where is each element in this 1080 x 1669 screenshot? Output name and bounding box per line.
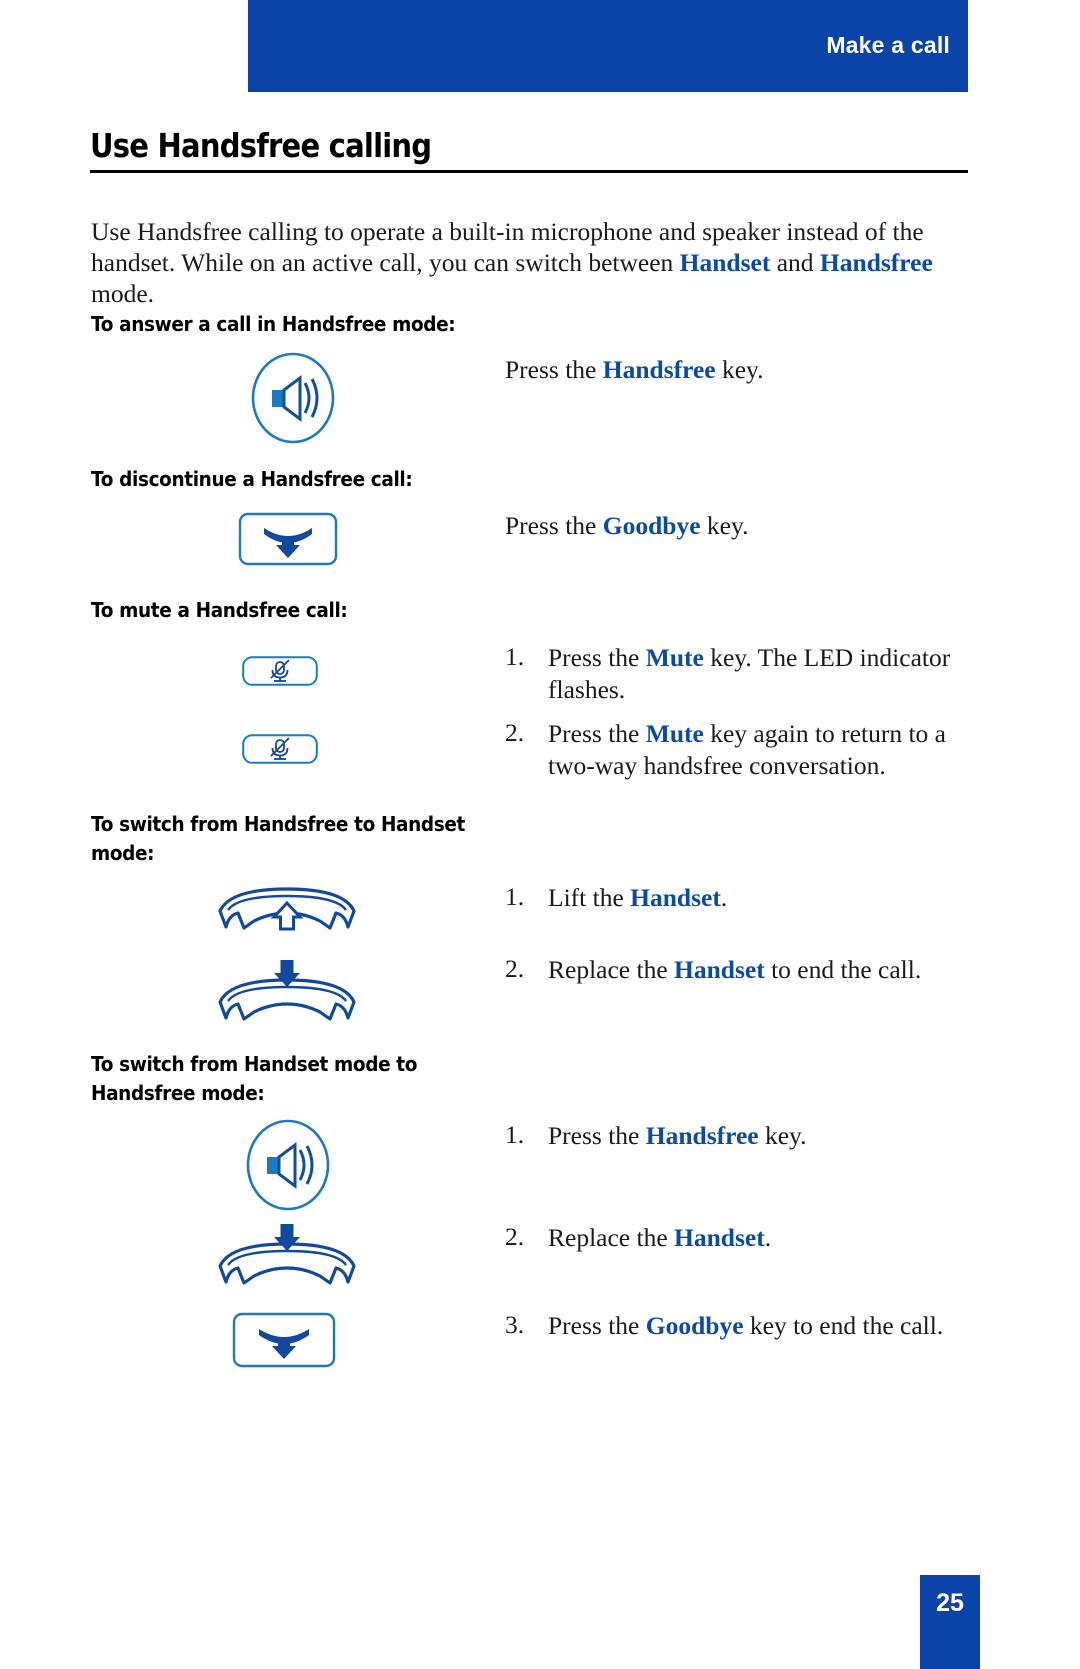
instr-text-pre: Press the [548, 1121, 646, 1150]
instr-keyword: Handset [674, 1223, 765, 1252]
step-number: 2. [505, 954, 525, 983]
section-heading-handsfree-to-handset: To switch from Handsfree to Handset mode… [91, 812, 466, 865]
intro-text-3: mode. [91, 278, 155, 308]
instruction-discontinue-handsfree: Press the Goodbye key. [505, 510, 975, 542]
instr-text-post: to end the call. [764, 955, 922, 984]
step-number: 1. [505, 642, 525, 671]
instr-keyword: Mute [645, 643, 704, 672]
instr-text-post: . [764, 1223, 772, 1252]
intro-keyword-handset: Handset [679, 247, 771, 277]
page-number: 25 [936, 1589, 964, 1617]
instruction-press-goodbye: Press the Goodbye key to end the call. [548, 1310, 1008, 1342]
instr-keyword: Handsfree [602, 355, 716, 384]
section-heading-handset-to-handsfree: To switch from Handset mode to Handsfree… [91, 1052, 418, 1105]
page-header-bar: Make a call [248, 0, 968, 92]
instruction-answer-handsfree: Press the Handsfree key. [505, 354, 975, 386]
replace-handset-icon [212, 1222, 362, 1295]
instruction-lift-handset: Lift the Handset. [548, 882, 978, 914]
instr-text-post: key. [715, 355, 764, 384]
instr-text-pre: Press the [548, 1311, 646, 1340]
instr-text-post: key to end the call. [743, 1311, 944, 1340]
handsfree-speaker-icon [248, 352, 338, 449]
instruction-mute-step-2: Press the Mute key again to return to a … [548, 718, 978, 782]
intro-text-2: and [770, 247, 820, 277]
step-number: 1. [505, 1120, 525, 1149]
instruction-press-handsfree: Press the Handsfree key. [548, 1120, 978, 1152]
step-number: 3. [505, 1310, 525, 1339]
instr-text-pre: Replace the [548, 1223, 675, 1252]
instr-keyword: Mute [645, 719, 704, 748]
goodbye-key-icon [238, 512, 338, 571]
instr-keyword: Handsfree [645, 1121, 759, 1150]
handsfree-speaker-icon [242, 1118, 334, 1217]
section-heading-answer-handsfree: To answer a call in Handsfree mode: [91, 312, 456, 336]
instr-text-post: key. [758, 1121, 807, 1150]
instr-text-pre: Press the [548, 643, 646, 672]
instruction-replace-handset-end-call: Replace the Handset to end the call. [548, 954, 998, 986]
page-title: Use Handsfree calling [90, 126, 432, 165]
instr-text-post: . [720, 883, 728, 912]
section-heading-discontinue-handsfree: To discontinue a Handsfree call: [91, 467, 413, 491]
instr-keyword: Handset [674, 955, 765, 984]
header-title: Make a call [826, 32, 950, 58]
lift-handset-icon [212, 885, 362, 952]
document-page: Make a call Use Handsfree calling Use Ha… [0, 0, 1080, 1669]
instr-text-post: key. [700, 511, 749, 540]
intro-paragraph: Use Handsfree calling to operate a built… [91, 216, 953, 309]
instr-text-pre: Press the [548, 719, 646, 748]
goodbye-key-icon [232, 1312, 336, 1373]
instr-text-pre: Lift the [548, 883, 631, 912]
mute-key-icon [242, 656, 318, 691]
step-number: 1. [505, 882, 525, 911]
replace-handset-icon [212, 958, 362, 1031]
page-number-box: 25 [920, 1575, 980, 1669]
mute-key-icon [242, 734, 318, 769]
instr-text-pre: Press the [505, 355, 603, 384]
title-divider [90, 170, 968, 173]
instruction-replace-handset: Replace the Handset. [548, 1222, 978, 1254]
step-number: 2. [505, 718, 525, 747]
instr-keyword: Goodbye [645, 1311, 744, 1340]
section-heading-mute-handsfree: To mute a Handsfree call: [91, 598, 348, 622]
instr-keyword: Handset [630, 883, 721, 912]
instr-text-pre: Press the [505, 511, 603, 540]
instr-keyword: Goodbye [602, 511, 701, 540]
step-number: 2. [505, 1222, 525, 1251]
instruction-mute-step-1: Press the Mute key. The LED indicator fl… [548, 642, 978, 706]
instr-text-pre: Replace the [548, 955, 675, 984]
intro-keyword-handsfree: Handsfree [819, 247, 933, 277]
